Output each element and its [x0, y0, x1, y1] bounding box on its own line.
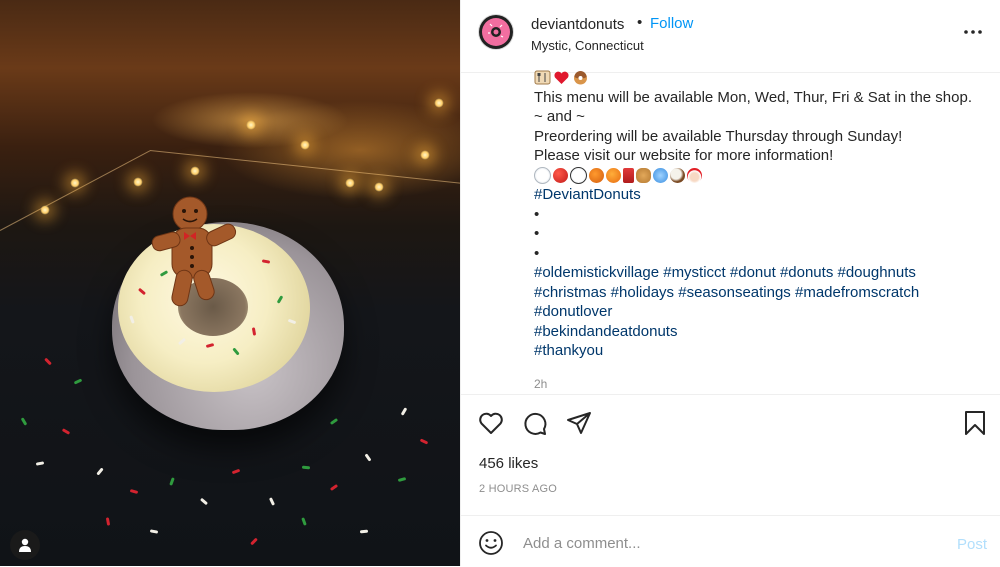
sprinkle [359, 529, 369, 534]
share-icon[interactable] [565, 409, 593, 437]
fairy-light [374, 182, 384, 192]
sprinkle [129, 489, 139, 494]
separator-dot: • [637, 14, 643, 31]
sprinkle [231, 468, 241, 475]
username[interactable]: deviantdonuts [531, 16, 624, 33]
sprinkle [301, 465, 311, 470]
hashtag-line[interactable]: #donutlover [534, 302, 984, 322]
comment-icon[interactable] [521, 409, 549, 437]
comment-input[interactable] [521, 528, 925, 558]
fairy-light [246, 120, 256, 130]
apple-icon [553, 167, 568, 183]
hashtag-line[interactable]: #christmas #holidays #seasonseatings #ma… [534, 283, 984, 303]
bullet: • [534, 244, 540, 262]
sprinkle [35, 461, 45, 466]
sprinkle [250, 537, 258, 546]
snowman-icon [570, 166, 587, 184]
sprinkle [169, 477, 175, 486]
caption-line: ~ and ~ [534, 108, 585, 125]
likes-count[interactable]: 456 likes [479, 455, 538, 472]
sprinkle [301, 517, 307, 526]
more-options-icon[interactable] [961, 20, 985, 44]
fairy-light [133, 177, 143, 187]
santa-icon [687, 167, 702, 183]
caption-line: This menu will be available Mon, Wed, Th… [534, 88, 972, 106]
sprinkle [400, 407, 408, 416]
relative-time[interactable]: 2h [534, 377, 547, 391]
sprinkle [329, 417, 339, 426]
post-comment-button[interactable]: Post [957, 536, 987, 553]
sprinkle [397, 477, 407, 482]
sprinkle [364, 453, 372, 462]
fairy-light [345, 178, 355, 188]
sprinkle [268, 497, 276, 506]
sprinkle [199, 497, 209, 506]
fairy-light [40, 205, 50, 215]
snowflake-icon [653, 167, 668, 183]
caption-emoji-row-top [534, 68, 984, 88]
sprinkle [96, 467, 104, 476]
cutlery-icon [534, 70, 551, 85]
post-timestamp[interactable]: 2 HOURS AGO [479, 483, 557, 495]
comment-bar: Post [461, 515, 1000, 567]
sprinkle [20, 417, 28, 426]
sprinkle [419, 438, 429, 445]
coconut-icon [670, 167, 685, 183]
caption-emoji-row [534, 166, 984, 186]
hashtag-line[interactable]: #thankyou [534, 341, 984, 361]
avatar[interactable] [479, 15, 513, 49]
bookmark-icon[interactable] [961, 409, 989, 437]
hashtag-line[interactable]: #oldemistickvillage #mysticct #donut #do… [534, 263, 984, 283]
heart-like-icon[interactable] [477, 409, 505, 437]
bullet: • [534, 205, 540, 223]
bullet: • [534, 225, 540, 242]
tagged-users-button[interactable] [10, 530, 40, 560]
user-icon [19, 538, 31, 552]
hashtag-line[interactable]: #bekindandeatdonuts [534, 322, 984, 342]
caption-line: Please visit our website for more inform… [534, 147, 834, 164]
hashtag-deviantdonuts[interactable]: #DeviantDonuts [534, 185, 984, 205]
fairy-light [190, 166, 200, 176]
fairy-light [70, 178, 80, 188]
sprinkle [73, 378, 83, 385]
light-string [0, 150, 151, 231]
orange-icon [606, 167, 621, 183]
post-panel: deviantdonuts • Follow Mystic, Connectic… [460, 0, 1000, 566]
sprinkle [44, 357, 52, 366]
donut-icon [574, 71, 587, 85]
juice-icon [623, 167, 634, 183]
action-bar [461, 394, 1000, 451]
post-header: deviantdonuts • Follow Mystic, Connectic… [461, 0, 1000, 73]
post-photo[interactable] [0, 0, 460, 566]
snowman-face-icon [534, 166, 551, 184]
fairy-light [300, 140, 310, 150]
pumpkin-icon [589, 167, 604, 183]
sprinkle [329, 483, 339, 492]
heart-icon [554, 71, 569, 85]
caption: This menu will be available Mon, Wed, Th… [534, 68, 984, 361]
donut-logo-icon [482, 18, 510, 46]
fairy-light [434, 98, 444, 108]
location[interactable]: Mystic, Connecticut [531, 38, 644, 53]
sprinkle [105, 517, 111, 526]
caption-line: Preordering will be available Thursday t… [534, 127, 903, 145]
follow-button[interactable]: Follow [650, 15, 693, 32]
sprinkle [61, 428, 71, 435]
sprinkle [149, 529, 159, 534]
peanut-icon [636, 167, 651, 183]
fairy-light [420, 150, 430, 160]
gingerbread-cookie [151, 196, 237, 307]
emoji-picker-icon[interactable] [478, 530, 504, 556]
